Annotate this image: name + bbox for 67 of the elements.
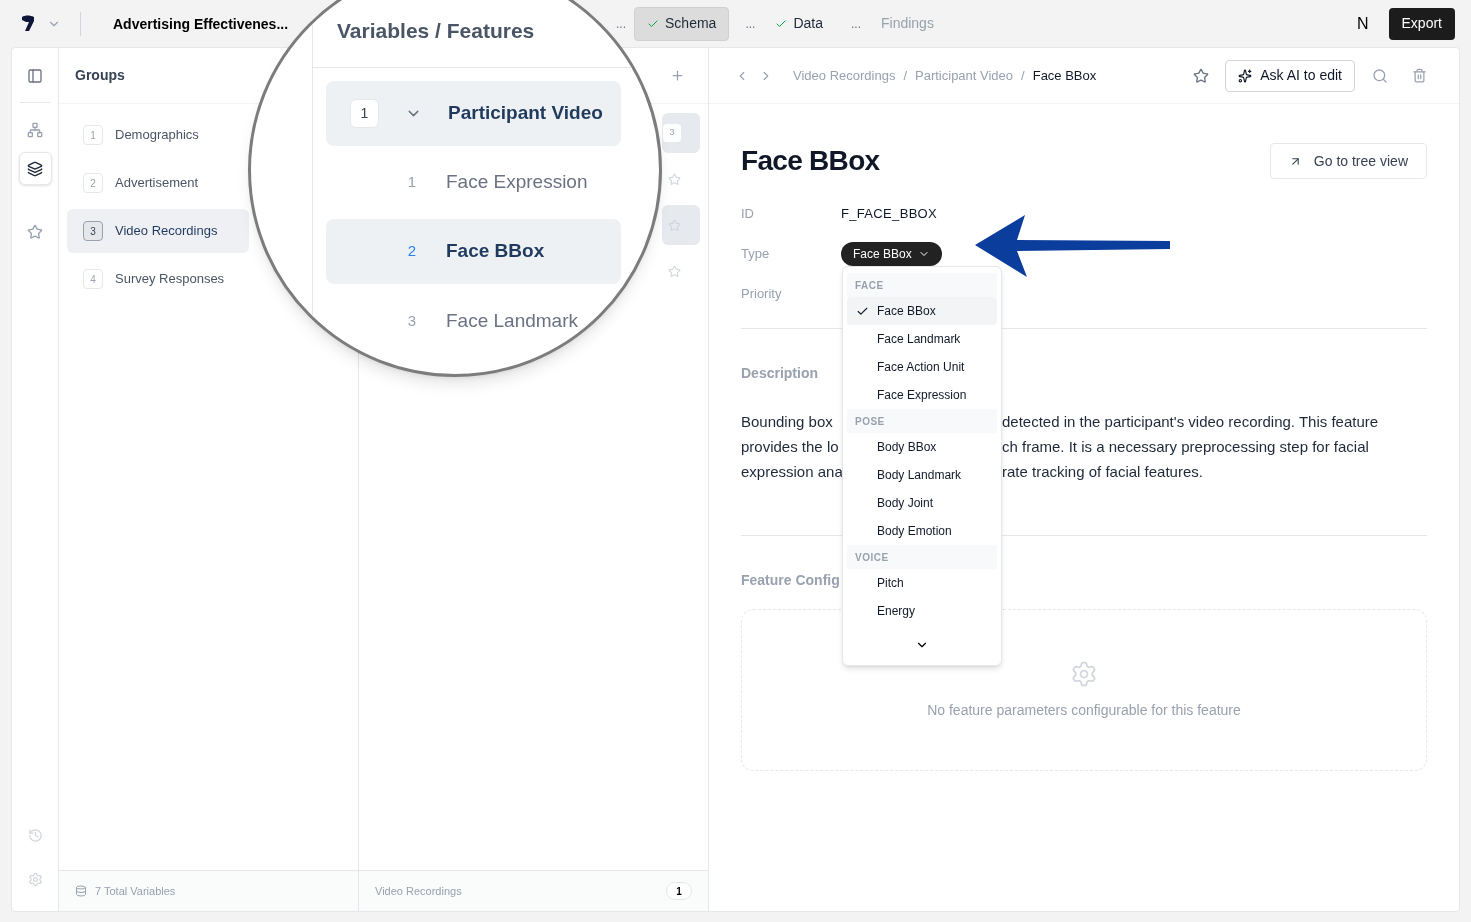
section-heading: Feature Config [741,571,840,590]
history-icon[interactable] [27,828,43,843]
field-label: Type [741,245,771,264]
menu-item[interactable]: Body Emotion [847,517,997,545]
settings-icon[interactable] [27,872,43,887]
step-separator: ... [849,15,862,33]
search-icon[interactable] [1372,67,1388,84]
breadcrumb-separator: / [1021,66,1025,85]
add-icon[interactable] [670,68,685,83]
layers-icon[interactable] [18,152,52,185]
description-text: provides the lo [741,437,840,458]
group-item[interactable]: 4 Survey Responses [67,257,249,301]
description-text: expression ana [741,462,842,483]
magnified-heading: Variables / Features [337,19,535,42]
menu-item[interactable]: Pitch [847,569,997,597]
tree-view-button[interactable]: Go to tree view [1269,143,1427,179]
menu-item[interactable]: Face Expression [847,381,997,409]
menu-item[interactable]: Body Landmark [847,461,997,489]
magnified-row[interactable]: 2 Face BBox [326,219,621,284]
menu-section-label: VOICE [855,550,889,565]
menu-item[interactable]: Face BBox [847,297,997,325]
menu-section-label: FACE [855,278,884,293]
magnified-row[interactable]: 1 Face Expression [326,146,621,219]
magnified-row[interactable]: 1 Participant Video [326,81,621,146]
group-item[interactable]: 1 Demographics [67,113,249,157]
ask-ai-button[interactable]: Ask AI to edit [1225,59,1355,92]
description-text: ch frame. It is a necessary preprocessing step for facial [1002,437,1369,458]
footer-label: Video Recordings [375,883,462,899]
description-text: rate tracking of facial features. [1002,462,1203,483]
field-value: F_FACE_BBOX [841,205,938,224]
list-row[interactable] [662,205,700,245]
total-variables: 7 Total Variables [95,883,176,899]
field-label: Priority [741,285,783,304]
project-title: Advertising Effectivenes... [113,15,289,32]
database-icon [75,885,87,897]
description-text: Bounding box [741,412,834,433]
count-badge: 1 [666,882,692,900]
step-tab[interactable]: Data [763,6,835,41]
menu-item[interactable]: Body Joint [847,489,997,517]
section-heading: Description [741,364,818,383]
export-button[interactable]: Export [1388,7,1455,40]
step-separator: ... [615,15,627,33]
step-separator: ... [744,15,757,33]
menu-item[interactable]: Body BBox [847,433,997,461]
breadcrumb-separator: / [903,66,907,85]
sidebar-toggle-icon[interactable] [27,68,43,84]
menu-item[interactable]: Face Action Unit [847,353,997,381]
sparkle-icon [1238,68,1253,83]
feature-title: Face BBox [741,144,880,178]
delete-icon[interactable] [1412,68,1427,83]
gear-icon [1070,659,1098,688]
breadcrumb-link[interactable]: Face BBox [1032,65,1097,86]
group-item[interactable]: 2 Advertisement [67,161,249,205]
menu-item[interactable]: Energy [847,597,997,625]
magnified-row[interactable]: 3 Face Landmark [326,284,621,358]
menu-section-label: POSE [855,414,885,429]
field-label: ID [741,205,755,224]
type-select[interactable]: Face BBox [841,242,942,266]
group-item[interactable]: 3 Video Recordings [67,209,249,253]
user-initial[interactable]: N [1356,11,1369,36]
groups-heading: Groups [75,66,125,85]
step-tab[interactable]: Schema [634,6,730,41]
empty-message: No feature parameters configurable for this feature [927,700,1241,720]
description-text: detected in the participant's video recording. This feature [1002,412,1379,433]
star-icon[interactable] [1193,67,1210,84]
logo-icon[interactable] [21,15,36,32]
menu-item[interactable]: Face Landmark [847,325,997,353]
